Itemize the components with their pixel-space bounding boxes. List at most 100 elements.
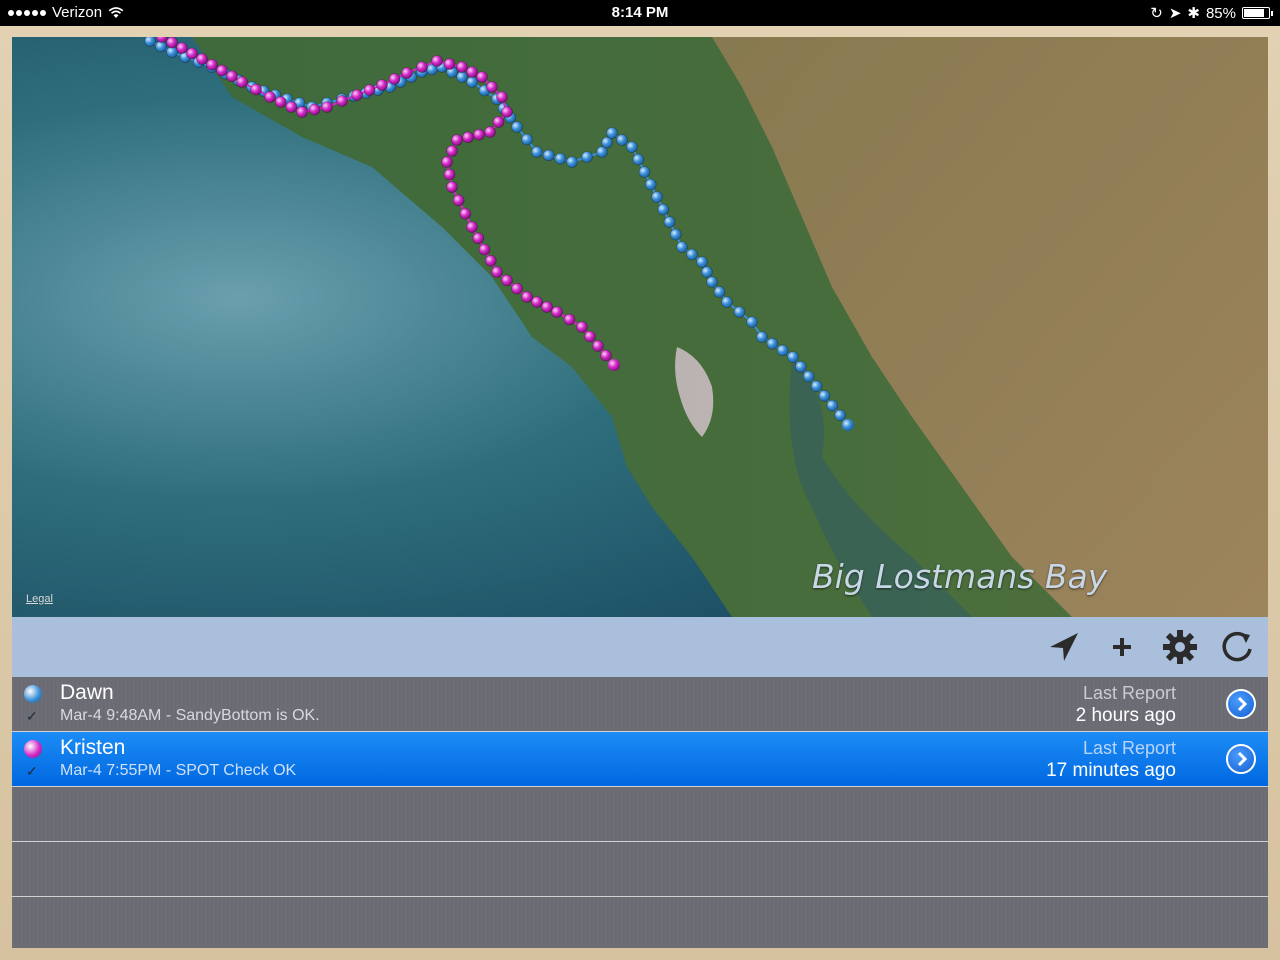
kristen-report-pin[interactable]	[236, 76, 248, 88]
dawn-report-pin[interactable]	[626, 141, 638, 153]
dawn-report-pin[interactable]	[787, 351, 799, 363]
dawn-report-pin[interactable]	[554, 152, 567, 165]
kristen-report-pin[interactable]	[496, 91, 508, 103]
dawn-report-pin[interactable]	[733, 306, 746, 318]
kristen-report-pin[interactable]	[459, 207, 472, 220]
tracker-row-kristen[interactable]: ✓ Kristen Mar-4 7:55PM - SPOT Check OK L…	[12, 732, 1268, 787]
kristen-report-pin[interactable]	[166, 37, 178, 49]
kristen-report-pin[interactable]	[363, 84, 376, 96]
dawn-report-pin[interactable]	[795, 360, 807, 373]
dawn-report-pin[interactable]	[644, 178, 657, 191]
dawn-report-pin[interactable]	[746, 316, 758, 328]
legal-link[interactable]: Legal	[26, 593, 53, 605]
dawn-report-pin[interactable]	[521, 133, 533, 146]
kristen-report-pin[interactable]	[472, 232, 485, 245]
refresh-button[interactable]	[1220, 629, 1256, 665]
kristen-report-pin[interactable]	[501, 106, 513, 118]
kristen-report-pin[interactable]	[452, 194, 465, 207]
dawn-report-pin[interactable]	[566, 156, 578, 168]
detail-disclosure-button[interactable]	[1226, 744, 1256, 774]
kristen-report-pin[interactable]	[401, 67, 413, 79]
kristen-report-pin[interactable]	[443, 168, 456, 181]
kristen-report-pin[interactable]	[446, 181, 458, 193]
dawn-report-pin[interactable]	[776, 344, 789, 357]
kristen-report-pin[interactable]	[216, 64, 228, 77]
kristen-report-pin[interactable]	[441, 156, 453, 168]
kristen-report-pin[interactable]	[186, 47, 198, 60]
kristen-report-pin[interactable]	[456, 61, 468, 73]
kristen-report-pin[interactable]	[492, 116, 505, 128]
kristen-report-pin[interactable]	[274, 96, 287, 108]
dawn-report-pin[interactable]	[606, 127, 618, 139]
kristen-report-pin[interactable]	[466, 221, 478, 233]
kristen-report-pin[interactable]	[551, 306, 563, 318]
kristen-report-pin[interactable]	[351, 89, 363, 101]
kristen-report-pin[interactable]	[501, 274, 513, 287]
dawn-report-pin[interactable]	[826, 399, 839, 412]
dawn-report-pin[interactable]	[144, 37, 156, 47]
dawn-report-pin[interactable]	[701, 266, 713, 278]
dawn-report-pin[interactable]	[713, 286, 726, 298]
dawn-report-pin[interactable]	[632, 153, 645, 166]
dawn-report-pin[interactable]	[466, 76, 478, 88]
dawn-report-pin[interactable]	[766, 337, 779, 350]
dawn-report-pin[interactable]	[721, 296, 733, 308]
kristen-report-pin[interactable]	[308, 103, 321, 116]
dawn-report-pin[interactable]	[686, 248, 698, 261]
kristen-report-pin[interactable]	[443, 58, 456, 70]
dawn-report-pin[interactable]	[581, 151, 593, 163]
kristen-report-pin[interactable]	[446, 145, 458, 157]
kristen-report-pin[interactable]	[176, 42, 188, 54]
dawn-report-pin[interactable]	[663, 216, 676, 228]
dawn-report-pin[interactable]	[676, 241, 688, 253]
kristen-report-pin[interactable]	[264, 91, 276, 103]
kristen-report-pin[interactable]	[416, 61, 428, 73]
kristen-report-pin[interactable]	[563, 313, 576, 326]
kristen-latest-report-pin[interactable]	[608, 359, 620, 371]
kristen-report-pin[interactable]	[462, 131, 474, 144]
kristen-report-pin[interactable]	[576, 321, 588, 333]
dawn-report-pin[interactable]	[456, 71, 468, 83]
kristen-report-pin[interactable]	[296, 106, 308, 118]
dawn-report-pin[interactable]	[669, 228, 682, 241]
dawn-latest-report-pin[interactable]	[842, 419, 854, 431]
dawn-report-pin[interactable]	[756, 331, 768, 343]
dawn-report-pin[interactable]	[638, 166, 651, 178]
satellite-map[interactable]: Big Lostmans Bay Legal	[12, 37, 1268, 617]
detail-disclosure-button[interactable]	[1226, 689, 1256, 719]
map-canvas[interactable]	[12, 37, 1268, 617]
current-location-button[interactable]	[1046, 629, 1082, 665]
kristen-report-pin[interactable]	[531, 296, 543, 308]
dawn-report-pin[interactable]	[706, 276, 718, 288]
kristen-report-pin[interactable]	[478, 243, 491, 256]
dawn-report-pin[interactable]	[531, 146, 543, 158]
dawn-report-pin[interactable]	[657, 203, 670, 216]
kristen-report-pin[interactable]	[321, 101, 333, 113]
kristen-report-pin[interactable]	[388, 73, 401, 85]
dawn-report-pin[interactable]	[802, 370, 815, 383]
kristen-report-pin[interactable]	[592, 340, 604, 352]
kristen-report-pin[interactable]	[476, 71, 488, 83]
kristen-report-pin[interactable]	[376, 79, 388, 91]
kristen-report-pin[interactable]	[486, 81, 498, 93]
kristen-report-pin[interactable]	[584, 330, 596, 343]
tracker-row-dawn[interactable]: ✓ Dawn Mar-4 9:48AM - SandyBottom is OK.…	[12, 677, 1268, 732]
dawn-report-pin[interactable]	[651, 191, 663, 203]
kristen-report-pin[interactable]	[431, 55, 443, 67]
kristen-report-pin[interactable]	[484, 126, 496, 138]
dawn-report-pin[interactable]	[834, 409, 846, 422]
dawn-report-pin[interactable]	[511, 121, 523, 133]
kristen-report-pin[interactable]	[491, 266, 503, 278]
kristen-report-pin[interactable]	[336, 95, 348, 107]
kristen-report-pin[interactable]	[484, 254, 497, 267]
kristen-report-pin[interactable]	[511, 282, 523, 295]
dawn-report-pin[interactable]	[810, 380, 823, 392]
kristen-report-pin[interactable]	[226, 70, 238, 83]
kristen-report-pin[interactable]	[521, 291, 533, 303]
dawn-report-pin[interactable]	[542, 149, 555, 162]
kristen-report-pin[interactable]	[196, 53, 208, 65]
kristen-report-pin[interactable]	[285, 101, 298, 113]
dawn-report-pin[interactable]	[616, 134, 628, 146]
kristen-report-pin[interactable]	[473, 128, 485, 141]
kristen-report-pin[interactable]	[541, 301, 553, 313]
